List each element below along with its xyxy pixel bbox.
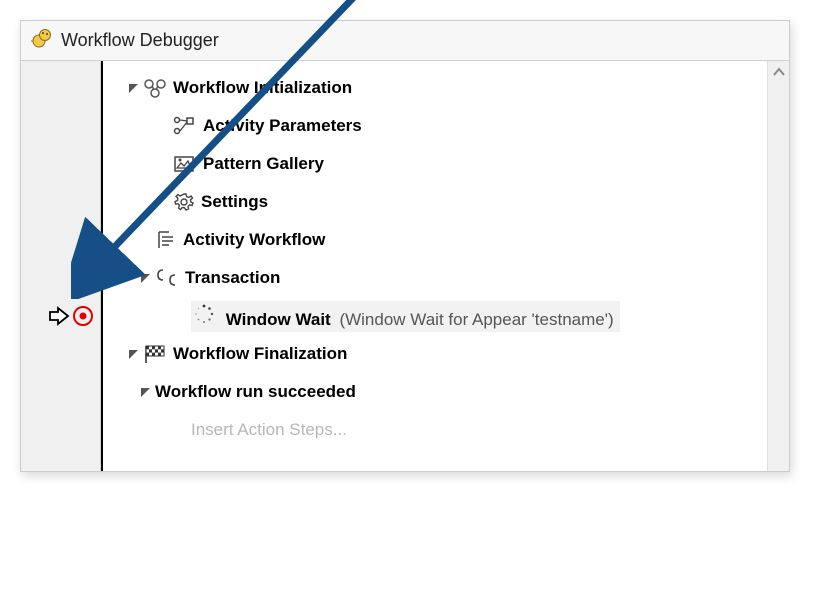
node-detail: (Window Wait for Appear 'testname'): [339, 310, 613, 329]
current-line-arrow-icon: [48, 305, 70, 327]
debugger-app-icon: [31, 27, 53, 54]
node-label: Activity Workflow: [183, 230, 325, 250]
gear-icon: [173, 191, 195, 213]
workflow-tree[interactable]: Workflow Initialization Activity Paramet…: [101, 61, 767, 471]
title-bar: Workflow Debugger: [21, 21, 789, 61]
node-label: Workflow run succeeded: [155, 382, 356, 402]
tree-node-window-wait[interactable]: Window Wait (Window Wait for Appear 'tes…: [101, 297, 767, 335]
workflow-debugger-window: Workflow Debugger: [20, 20, 790, 472]
breakpoint-icon: [72, 305, 94, 327]
insert-placeholder-label: Insert Action Steps...: [191, 420, 347, 440]
node-label: Pattern Gallery: [203, 154, 324, 174]
node-label: Transaction: [185, 268, 280, 288]
expander-expanded-icon[interactable]: [137, 387, 153, 398]
content-area: Workflow Initialization Activity Paramet…: [21, 61, 789, 471]
window-title: Workflow Debugger: [61, 30, 219, 51]
expander-expanded-icon[interactable]: [137, 273, 153, 284]
node-label: Activity Parameters: [203, 116, 362, 136]
tree-node-activity-workflow[interactable]: Activity Workflow: [101, 221, 767, 259]
workflow-init-icon: [143, 78, 167, 98]
tree-node-transaction[interactable]: Transaction: [101, 259, 767, 297]
breakpoint-gutter[interactable]: [21, 61, 101, 471]
tree-node-workflow-initialization[interactable]: Workflow Initialization: [101, 69, 767, 107]
parameters-icon: [173, 116, 197, 136]
workflow-list-icon: [155, 229, 177, 251]
node-label: Workflow Finalization: [173, 344, 347, 364]
breakpoint-marker[interactable]: [21, 259, 100, 297]
tree-node-activity-parameters[interactable]: Activity Parameters: [101, 107, 767, 145]
loading-dots-icon: [193, 303, 215, 325]
tree-node-settings[interactable]: Settings: [101, 183, 767, 221]
tree-insert-placeholder[interactable]: Insert Action Steps...: [101, 411, 767, 449]
gallery-icon: [173, 154, 197, 174]
current-line-marker[interactable]: [21, 297, 100, 335]
node-label: Settings: [201, 192, 268, 212]
tree-node-pattern-gallery[interactable]: Pattern Gallery: [101, 145, 767, 183]
tree-node-run-status[interactable]: Workflow run succeeded: [101, 373, 767, 411]
node-label: Window Wait: [226, 310, 331, 329]
vertical-scrollbar[interactable]: [767, 61, 789, 471]
node-label: Workflow Initialization: [173, 78, 352, 98]
transaction-icon: [155, 267, 179, 289]
breakpoint-icon: [72, 267, 94, 289]
finish-flag-icon: [143, 344, 167, 364]
expander-expanded-icon[interactable]: [125, 349, 141, 360]
tree-node-workflow-finalization[interactable]: Workflow Finalization: [101, 335, 767, 373]
scroll-up-icon[interactable]: [772, 65, 786, 82]
expander-collapsed-icon[interactable]: [125, 83, 141, 94]
